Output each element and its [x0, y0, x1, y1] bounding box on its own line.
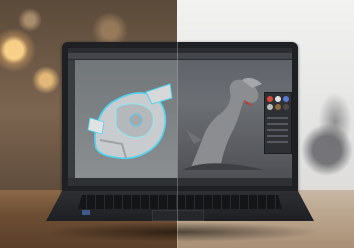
background-plant: [318, 92, 352, 152]
panel-slider: [267, 123, 288, 125]
material-swatch: [267, 104, 273, 110]
panel-slider: [267, 135, 288, 137]
material-panel: [264, 92, 292, 154]
laptop-keyboard: [78, 195, 282, 209]
photo-scene: [0, 0, 354, 248]
laptop-touchpad: [152, 210, 204, 221]
split-divider: [177, 0, 178, 248]
material-swatch: [283, 96, 289, 102]
tool-strip: [68, 60, 75, 186]
panel-slider: [267, 129, 288, 131]
laptop-screen: [68, 48, 292, 186]
dragon-render-icon: [182, 77, 264, 170]
app-toolbar: [68, 53, 292, 60]
panel-slider: [267, 117, 288, 119]
timeline-bar: [68, 178, 292, 186]
material-swatch: [275, 104, 281, 110]
robot-3d-model-icon: [87, 83, 173, 160]
laptop-shadow: [40, 222, 320, 242]
laptop-sticker: [82, 210, 90, 215]
panel-slider: [267, 141, 288, 143]
material-swatch: [283, 104, 289, 110]
material-swatch: [275, 96, 281, 102]
material-swatch: [267, 96, 273, 102]
